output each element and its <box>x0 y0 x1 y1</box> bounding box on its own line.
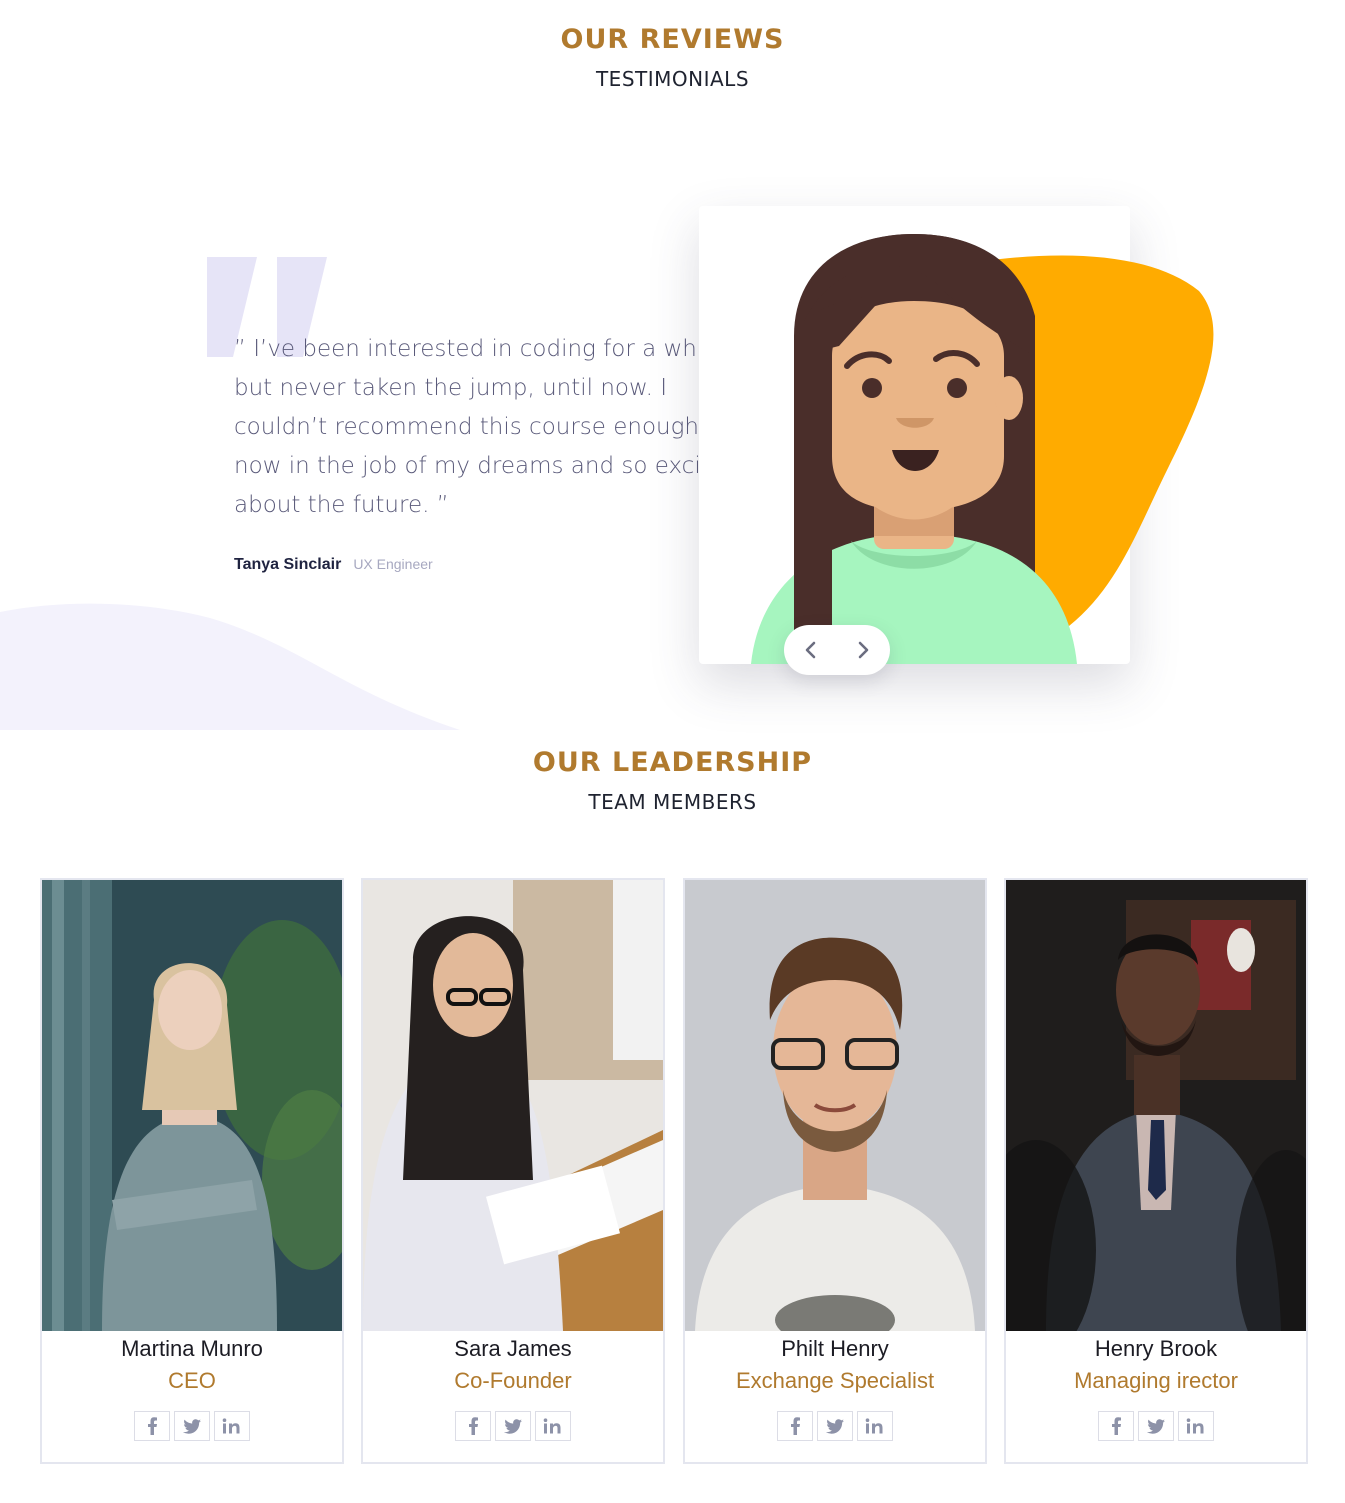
linkedin-icon <box>543 1418 561 1434</box>
avatar-illustration <box>751 234 1214 664</box>
decorative-wave <box>0 603 460 730</box>
social-links <box>42 1411 342 1441</box>
linkedin-icon <box>222 1418 240 1434</box>
twitter-link[interactable] <box>174 1411 210 1441</box>
author-role: UX Engineer <box>353 556 433 572</box>
facebook-link[interactable] <box>777 1411 813 1441</box>
member-photo <box>42 880 342 1331</box>
twitter-link[interactable] <box>495 1411 531 1441</box>
facebook-link[interactable] <box>1098 1411 1134 1441</box>
member-photo <box>685 880 985 1331</box>
member-photo <box>1006 880 1306 1331</box>
member-role: Managing irector <box>1074 1368 1238 1393</box>
carousel-nav <box>784 625 890 675</box>
team-eyebrow: OUR LEADERSHIP <box>532 747 813 778</box>
facebook-icon <box>148 1417 157 1435</box>
twitter-link[interactable] <box>1138 1411 1174 1441</box>
team-card: Philt Henry Exchange Specialist <box>683 878 987 1464</box>
facebook-link[interactable] <box>455 1411 491 1441</box>
facebook-icon <box>791 1417 800 1435</box>
team-card: Martina Munro CEO <box>40 878 344 1464</box>
linkedin-icon <box>1186 1418 1204 1434</box>
member-name: Sara James <box>454 1336 572 1361</box>
linkedin-link[interactable] <box>535 1411 571 1441</box>
linkedin-link[interactable] <box>214 1411 250 1441</box>
member-role: Exchange Specialist <box>735 1368 935 1393</box>
facebook-icon <box>469 1417 478 1435</box>
testimonial-quote: ” I’ve been interested in coding for a w… <box>234 336 751 518</box>
linkedin-link[interactable] <box>857 1411 893 1441</box>
member-name: Philt Henry <box>781 1336 889 1361</box>
twitter-icon <box>826 1418 844 1434</box>
twitter-icon <box>183 1418 201 1434</box>
testimonial-author: Tanya Sinclair UX Engineer <box>234 556 433 574</box>
social-links <box>1006 1411 1306 1441</box>
member-role: Co-Founder <box>454 1368 572 1393</box>
prev-button[interactable] <box>799 638 823 662</box>
team-heading: OUR LEADERSHIP TEAM MEMBERS <box>0 747 1345 814</box>
twitter-icon <box>504 1418 522 1434</box>
member-name: Martina Munro <box>121 1336 263 1361</box>
author-name: Tanya Sinclair <box>234 556 342 573</box>
twitter-icon <box>1147 1418 1165 1434</box>
member-name: Henry Brook <box>1094 1336 1218 1361</box>
chevron-right-icon <box>858 641 869 659</box>
team-subtitle: TEAM MEMBERS <box>588 790 757 814</box>
team-card: Sara James Co-Founder <box>361 878 665 1464</box>
linkedin-icon <box>865 1418 883 1434</box>
linkedin-link[interactable] <box>1178 1411 1214 1441</box>
facebook-icon <box>1112 1417 1121 1435</box>
chevron-left-icon <box>805 641 816 659</box>
reviews-heading: OUR REVIEWS TESTIMONIALS <box>0 24 1345 91</box>
social-links <box>363 1411 663 1441</box>
facebook-link[interactable] <box>134 1411 170 1441</box>
member-photo <box>363 880 663 1331</box>
reviews-eyebrow: OUR REVIEWS <box>560 24 785 55</box>
member-role: CEO <box>168 1368 216 1393</box>
twitter-link[interactable] <box>817 1411 853 1441</box>
team-card: Henry Brook Managing irector <box>1004 878 1308 1464</box>
reviews-subtitle: TESTIMONIALS <box>595 67 750 91</box>
social-links <box>685 1411 985 1441</box>
next-button[interactable] <box>851 638 875 662</box>
